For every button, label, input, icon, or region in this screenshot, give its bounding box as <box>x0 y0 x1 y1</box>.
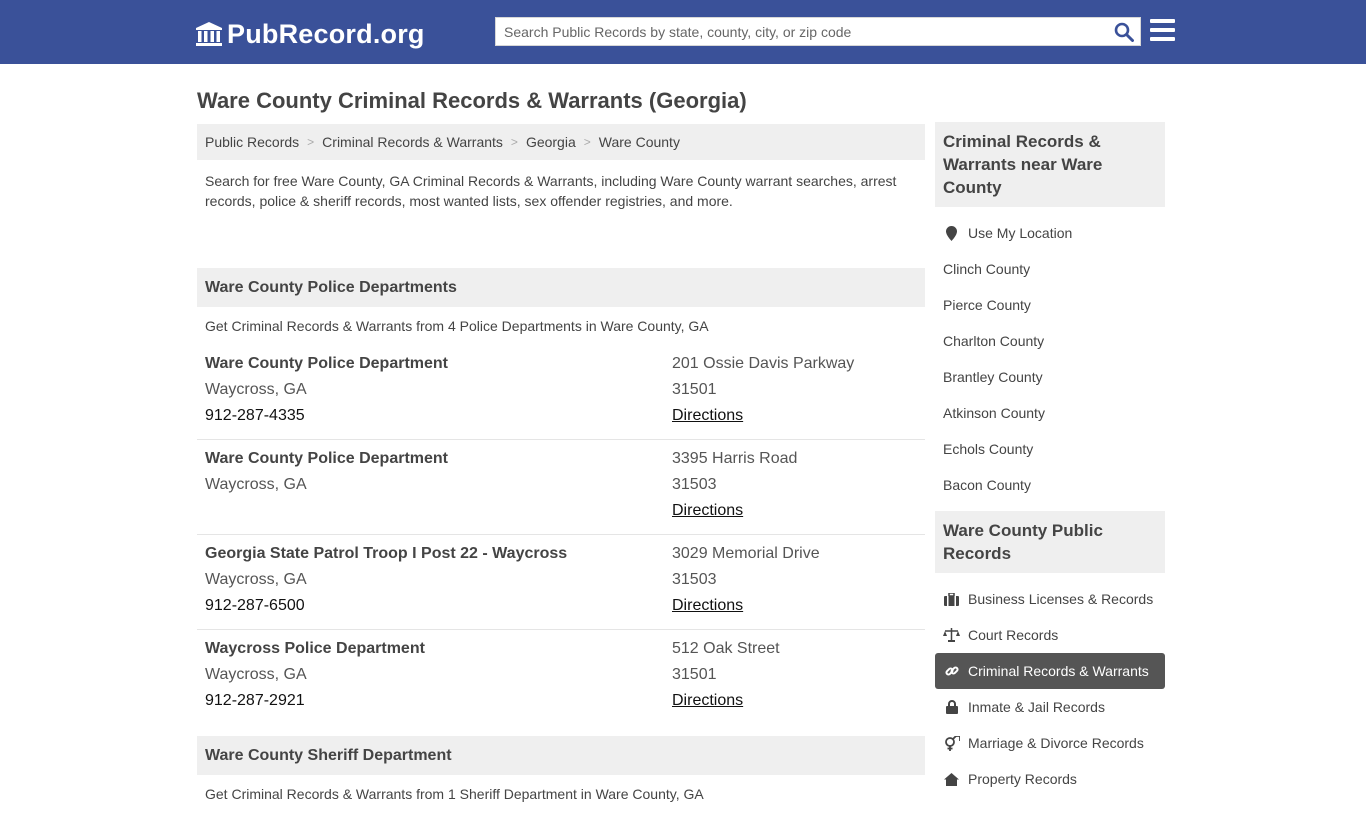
marriage-divorce-label: Marriage & Divorce Records <box>968 735 1144 751</box>
department-address: 3395 Harris Road <box>672 450 798 467</box>
court-records-label: Court Records <box>968 627 1059 643</box>
nearby-county-link[interactable]: Clinch County <box>935 251 1165 287</box>
sidebar: Criminal Records & Warrants near Ware Co… <box>935 122 1165 805</box>
search-box <box>495 17 1141 46</box>
breadcrumb-separator: > <box>583 135 591 149</box>
department-zip: 31503 <box>672 476 717 493</box>
court-records-link[interactable]: Court Records <box>935 617 1165 653</box>
main-content: Public Records > Criminal Records & Warr… <box>197 124 925 813</box>
breadcrumb-separator: > <box>307 135 315 149</box>
department-row: Ware County Police Department Waycross, … <box>197 345 925 440</box>
nearby-county-link[interactable]: Bacon County <box>935 467 1165 503</box>
venus-mars-icon <box>943 735 960 751</box>
nearby-list: Use My Location Clinch County Pierce Cou… <box>935 207 1165 511</box>
breadcrumb-georgia[interactable]: Georgia <box>526 134 576 150</box>
use-my-location-link[interactable]: Use My Location <box>935 215 1165 251</box>
search-input[interactable] <box>496 18 1106 45</box>
department-phone[interactable]: 912-287-6500 <box>205 593 655 619</box>
courthouse-icon <box>196 22 222 46</box>
top-navbar: PubRecord.org <box>0 0 1366 64</box>
sheriff-section-title: Ware County Sheriff Department <box>197 736 925 775</box>
department-name: Waycross Police Department <box>205 640 425 657</box>
marriage-divorce-link[interactable]: Marriage & Divorce Records <box>935 725 1165 761</box>
department-zip: 31501 <box>672 666 717 683</box>
breadcrumb-criminal-records[interactable]: Criminal Records & Warrants <box>322 134 503 150</box>
inmate-jail-label: Inmate & Jail Records <box>968 699 1105 715</box>
department-row: Georgia State Patrol Troop I Post 22 - W… <box>197 535 925 630</box>
criminal-records-label: Criminal Records & Warrants <box>968 663 1149 679</box>
directions-link[interactable]: Directions <box>672 502 743 519</box>
directions-link[interactable]: Directions <box>672 692 743 709</box>
department-name: Georgia State Patrol Troop I Post 22 - W… <box>205 545 568 562</box>
department-city: Waycross, GA <box>205 571 307 588</box>
briefcase-icon <box>943 591 960 607</box>
directions-link[interactable]: Directions <box>672 597 743 614</box>
department-city: Waycross, GA <box>205 476 307 493</box>
home-icon <box>943 771 960 787</box>
intro-text: Search for free Ware County, GA Criminal… <box>205 173 897 209</box>
department-zip: 31501 <box>672 381 717 398</box>
nearby-county-link[interactable]: Atkinson County <box>935 395 1165 431</box>
department-row: Ware County Police Department Waycross, … <box>197 440 925 535</box>
department-name: Ware County Police Department <box>205 355 449 372</box>
police-section-subtitle: Get Criminal Records & Warrants from 4 P… <box>205 318 709 334</box>
police-section-title: Ware County Police Departments <box>197 268 925 307</box>
department-city: Waycross, GA <box>205 666 307 683</box>
department-address: 201 Ossie Davis Parkway <box>672 355 855 372</box>
public-records-list: Business Licenses & Records Court Record… <box>935 573 1165 805</box>
scales-icon <box>943 627 960 643</box>
department-address: 3029 Memorial Drive <box>672 545 820 562</box>
public-records-title: Ware County Public Records <box>935 511 1165 573</box>
business-licenses-label: Business Licenses & Records <box>968 591 1154 607</box>
nearby-county-link[interactable]: Brantley County <box>935 359 1165 395</box>
directions-link[interactable]: Directions <box>672 407 743 424</box>
criminal-records-link[interactable]: Criminal Records & Warrants <box>935 653 1165 689</box>
use-my-location-label: Use My Location <box>968 225 1073 241</box>
department-name: Ware County Police Department <box>205 450 449 467</box>
site-logo[interactable]: PubRecord.org <box>195 18 425 50</box>
nearby-title: Criminal Records & Warrants near Ware Co… <box>935 122 1165 207</box>
map-marker-icon <box>943 225 960 241</box>
department-address: 512 Oak Street <box>672 640 780 657</box>
business-licenses-link[interactable]: Business Licenses & Records <box>935 581 1165 617</box>
department-zip: 31503 <box>672 571 717 588</box>
breadcrumb-public-records[interactable]: Public Records <box>205 134 299 150</box>
department-row: Waycross Police Department Waycross, GA … <box>197 630 925 736</box>
page-title: Ware County Criminal Records & Warrants … <box>197 88 747 113</box>
property-records-link[interactable]: Property Records <box>935 761 1165 797</box>
department-phone[interactable]: 912-287-4335 <box>205 403 655 429</box>
hamburger-menu-icon[interactable] <box>1150 19 1175 41</box>
department-city: Waycross, GA <box>205 381 307 398</box>
link-icon <box>943 663 960 679</box>
logo-text: PubRecord.org <box>227 19 425 49</box>
search-icon[interactable] <box>1114 22 1134 42</box>
breadcrumb: Public Records > Criminal Records & Warr… <box>197 124 925 160</box>
breadcrumb-ware-county[interactable]: Ware County <box>599 134 680 150</box>
nearby-county-link[interactable]: Pierce County <box>935 287 1165 323</box>
property-records-label: Property Records <box>968 771 1077 787</box>
lock-icon <box>943 699 960 715</box>
nearby-county-link[interactable]: Echols County <box>935 431 1165 467</box>
sheriff-section-subtitle: Get Criminal Records & Warrants from 1 S… <box>205 786 704 802</box>
nearby-county-link[interactable]: Charlton County <box>935 323 1165 359</box>
inmate-jail-link[interactable]: Inmate & Jail Records <box>935 689 1165 725</box>
department-phone[interactable]: 912-287-2921 <box>205 688 655 714</box>
breadcrumb-separator: > <box>510 135 518 149</box>
